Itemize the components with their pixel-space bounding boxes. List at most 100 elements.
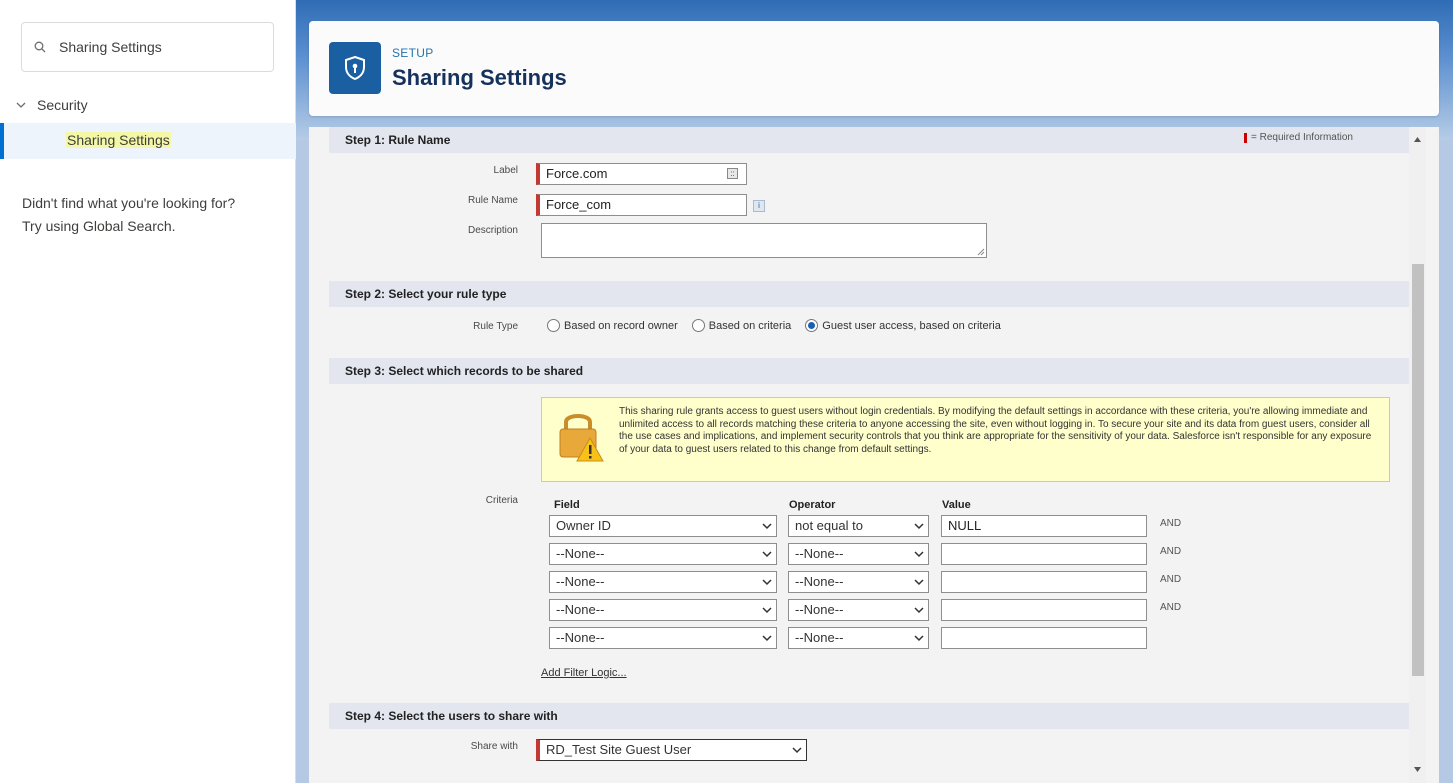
criteria-field-select[interactable]: --None-- bbox=[549, 543, 777, 565]
add-filter-logic-link[interactable]: Add Filter Logic... bbox=[541, 667, 627, 679]
criteria-operator-value: --None-- bbox=[795, 574, 844, 589]
scroll-up-icon[interactable] bbox=[1413, 135, 1422, 144]
description-field-label: Description bbox=[467, 225, 518, 236]
rule-name-field-label: Rule Name bbox=[467, 195, 518, 206]
step3-title: Step 3: Select which records to be share… bbox=[345, 364, 584, 378]
label-input-helper-icon[interactable]: :: bbox=[727, 168, 738, 179]
step2-title: Step 2: Select your rule type bbox=[345, 287, 507, 301]
scroll-down-icon[interactable] bbox=[1413, 765, 1422, 774]
padlock-warning-icon bbox=[559, 414, 604, 462]
quick-find-search[interactable]: Sharing Settings bbox=[21, 22, 274, 72]
criteria-field-value: --None-- bbox=[556, 546, 605, 561]
share-with-select[interactable]: RD_Test Site Guest User bbox=[536, 739, 807, 761]
step2-header: Step 2: Select your rule type bbox=[329, 281, 1419, 307]
criteria-field-select[interactable]: Owner ID bbox=[549, 515, 777, 537]
criteria-operator-select[interactable]: --None-- bbox=[788, 543, 929, 565]
header-eyebrow: SETUP bbox=[392, 46, 434, 60]
page-title: Sharing Settings bbox=[392, 65, 567, 90]
rule-type-radio-group: Based on record owner Based on criteria … bbox=[547, 319, 1015, 332]
tree-node-sharing-settings[interactable]: Sharing Settings bbox=[0, 123, 296, 159]
label-input-value: Force.com bbox=[546, 166, 608, 181]
sharing-rule-form: Step 1: Rule Name = Required Information… bbox=[309, 127, 1439, 783]
step1-header: Step 1: Rule Name = Required Information bbox=[329, 127, 1419, 153]
share-with-value: RD_Test Site Guest User bbox=[546, 742, 692, 757]
radio-based-on-owner[interactable] bbox=[547, 319, 560, 332]
chevron-down-icon[interactable] bbox=[15, 99, 27, 111]
criteria-value-input[interactable] bbox=[941, 627, 1147, 649]
info-icon[interactable]: i bbox=[753, 200, 765, 212]
criteria-field-select[interactable]: --None-- bbox=[549, 627, 777, 649]
share-with-label: Share with bbox=[470, 741, 518, 752]
criteria-value-input[interactable]: NULL bbox=[941, 515, 1147, 537]
search-icon bbox=[34, 41, 46, 53]
criteria-field-value: Owner ID bbox=[556, 518, 611, 533]
description-textarea[interactable] bbox=[541, 223, 987, 258]
content-scrollbar[interactable] bbox=[1409, 127, 1426, 783]
chevron-down-icon bbox=[762, 607, 772, 614]
criteria-operator-value: --None-- bbox=[795, 602, 844, 617]
label-field-label: Label bbox=[493, 165, 518, 176]
tree-node-sharing-settings-label: Sharing Settings bbox=[66, 132, 171, 148]
step3-header: Step 3: Select which records to be share… bbox=[329, 358, 1419, 384]
criteria-field-value: --None-- bbox=[556, 630, 605, 645]
label-input[interactable]: Force.com bbox=[536, 163, 747, 185]
criteria-field-value: --None-- bbox=[556, 574, 605, 589]
required-info-legend: = Required Information bbox=[1243, 132, 1353, 143]
chevron-down-icon bbox=[914, 579, 924, 586]
criteria-operator-select[interactable]: --None-- bbox=[788, 571, 929, 593]
scroll-thumb[interactable] bbox=[1412, 264, 1424, 676]
criteria-operator-value: --None-- bbox=[795, 630, 844, 645]
chevron-down-icon bbox=[914, 635, 924, 642]
setup-page-icon bbox=[329, 42, 381, 94]
setup-sidebar: Sharing Settings Security Sharing Settin… bbox=[0, 0, 296, 783]
tree-node-security-label: Security bbox=[37, 97, 88, 113]
radio-based-on-criteria-label[interactable]: Based on criteria bbox=[709, 320, 792, 332]
chevron-down-icon bbox=[762, 551, 772, 558]
criteria-col-field: Field bbox=[554, 499, 580, 511]
step1-title: Step 1: Rule Name bbox=[345, 133, 451, 147]
criteria-value-input[interactable] bbox=[941, 599, 1147, 621]
criteria-operator-select[interactable]: --None-- bbox=[788, 627, 929, 649]
radio-based-on-owner-label[interactable]: Based on record owner bbox=[564, 320, 678, 332]
warning-message: This sharing rule grants access to guest… bbox=[619, 406, 1372, 455]
required-marker bbox=[1243, 132, 1247, 143]
criteria-and-label: AND bbox=[1160, 546, 1182, 557]
help-text: Didn't find what you're looking for? Try… bbox=[22, 192, 282, 238]
search-input-value[interactable]: Sharing Settings bbox=[59, 39, 162, 55]
rule-name-input[interactable]: Force_com bbox=[536, 194, 747, 216]
criteria-value-input[interactable] bbox=[941, 571, 1147, 593]
required-info-text: = Required Information bbox=[1250, 132, 1353, 143]
help-text-line1: Didn't find what you're looking for? bbox=[22, 195, 236, 211]
radio-based-on-criteria[interactable] bbox=[691, 319, 705, 332]
radio-guest-user-access-label[interactable]: Guest user access, based on criteria bbox=[822, 320, 1001, 332]
chevron-down-icon bbox=[762, 523, 772, 530]
criteria-value-input[interactable] bbox=[941, 543, 1147, 565]
help-text-line2: Try using Global Search. bbox=[22, 218, 176, 234]
tree-node-security[interactable]: Security bbox=[15, 95, 88, 115]
criteria-label: Criteria bbox=[485, 495, 518, 506]
radio-guest-user-access[interactable] bbox=[805, 319, 819, 332]
criteria-col-operator: Operator bbox=[789, 499, 836, 511]
page-header: SETUP Sharing Settings bbox=[309, 21, 1439, 116]
rule-name-input-value: Force_com bbox=[546, 197, 612, 212]
rule-type-label: Rule Type bbox=[473, 321, 518, 332]
criteria-operator-value: not equal to bbox=[795, 518, 863, 533]
criteria-field-value: --None-- bbox=[556, 602, 605, 617]
chevron-down-icon bbox=[914, 523, 924, 530]
criteria-field-select[interactable]: --None-- bbox=[549, 599, 777, 621]
criteria-and-label: AND bbox=[1160, 602, 1182, 613]
criteria-field-select[interactable]: --None-- bbox=[549, 571, 777, 593]
criteria-operator-select[interactable]: --None-- bbox=[788, 599, 929, 621]
step4-header: Step 4: Select the users to share with bbox=[329, 703, 1419, 729]
chevron-down-icon bbox=[914, 607, 924, 614]
criteria-and-label: AND bbox=[1160, 518, 1182, 529]
resize-grip-icon[interactable] bbox=[977, 248, 985, 256]
criteria-and-label: AND bbox=[1160, 574, 1182, 585]
shield-icon bbox=[345, 56, 365, 80]
chevron-down-icon bbox=[762, 635, 772, 642]
chevron-down-icon bbox=[914, 551, 924, 558]
criteria-operator-select[interactable]: not equal to bbox=[788, 515, 929, 537]
criteria-operator-value: --None-- bbox=[795, 546, 844, 561]
criteria-col-value: Value bbox=[942, 499, 971, 511]
step4-title: Step 4: Select the users to share with bbox=[345, 709, 558, 723]
